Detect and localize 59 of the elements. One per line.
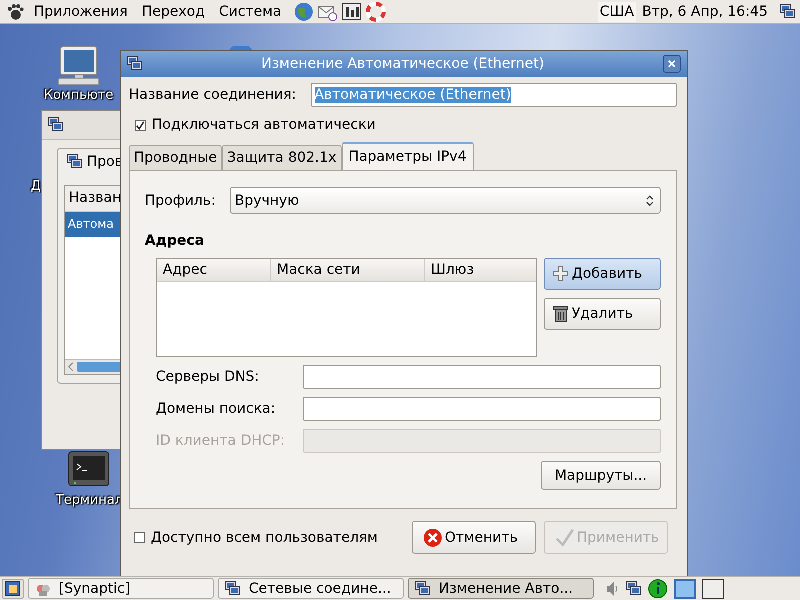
text-field[interactable]	[303, 397, 661, 421]
trash-can-icon	[553, 305, 569, 323]
network-icon	[127, 56, 143, 72]
icon-label: Д	[31, 179, 42, 194]
checkbox-label: Доступно всем пользователям	[151, 530, 378, 546]
network-icon	[67, 154, 83, 170]
desktop-icon	[5, 580, 21, 596]
field-label: ID клиента DHCP:	[156, 433, 286, 449]
clock[interactable]: Втр, 6 Апр, 16:45	[642, 4, 774, 20]
close-icon	[668, 60, 676, 68]
plus-icon	[553, 266, 569, 282]
list-row[interactable]: Автома	[65, 212, 121, 237]
speaker-icon	[606, 580, 620, 596]
computer-icon	[56, 46, 101, 86]
menu-item[interactable]: Система	[215, 4, 286, 20]
checkbox-label: Подключаться автоматически	[152, 117, 376, 133]
add-button[interactable]: Добавить	[544, 258, 661, 290]
up-down-arrows-icon	[646, 194, 654, 206]
close-button[interactable]	[663, 55, 681, 73]
window-title: Изменение Автоматическое (Ethernet)	[260, 56, 546, 72]
field-label: Профиль:	[145, 192, 216, 208]
taskbar-button[interactable]: Сетевые соедине...	[218, 578, 404, 599]
network-icon	[780, 4, 796, 20]
tab[interactable]: Проводные	[129, 145, 222, 170]
taskbar-button[interactable]: Изменение Авто...	[408, 578, 594, 599]
menu-item[interactable]: Переход	[138, 4, 210, 20]
checkbox[interactable]	[134, 532, 145, 543]
tab[interactable]: Параметры IPv4	[342, 142, 474, 170]
profile-dropdown[interactable]: Вручную	[230, 187, 661, 214]
network-icon	[415, 580, 431, 596]
cancel-button[interactable]: Отменить	[412, 521, 536, 554]
field-label: Название соединения:	[129, 87, 297, 103]
column-header[interactable]: Адрес	[157, 259, 271, 281]
workspace-button[interactable]	[702, 578, 724, 598]
column-header[interactable]: Маска сети	[271, 259, 425, 281]
checkmark-icon	[136, 120, 145, 130]
field-label: Серверы DNS:	[156, 369, 260, 385]
section-heading: Адреса	[145, 233, 206, 249]
menu-item[interactable]: Приложения	[30, 4, 132, 20]
network-icon	[626, 580, 642, 596]
network-icon	[225, 580, 241, 596]
icon-label: Компьюте	[44, 88, 114, 103]
info-icon	[648, 578, 668, 598]
checkmark-icon	[555, 528, 575, 548]
column-header[interactable]: Шлюз	[425, 259, 536, 281]
network-icon	[48, 117, 64, 133]
keyboard-layout[interactable]: США	[598, 2, 636, 22]
routes-button[interactable]: Маршруты...	[541, 461, 661, 490]
field-label: Домены поиска:	[156, 401, 277, 417]
footprint-icon	[6, 2, 24, 20]
tab[interactable]: Защита 802.1x	[222, 145, 342, 170]
lifebuoy-icon	[366, 2, 386, 22]
show-desktop-button[interactable]	[2, 578, 24, 598]
checkbox[interactable]	[135, 120, 146, 130]
delete-button[interactable]: Удалить	[544, 298, 661, 330]
text-field[interactable]	[303, 365, 661, 389]
taskbar-button[interactable]: [Synaptic]	[28, 578, 214, 599]
cancel-icon	[423, 528, 443, 548]
icon-label: Терминал	[56, 493, 124, 508]
